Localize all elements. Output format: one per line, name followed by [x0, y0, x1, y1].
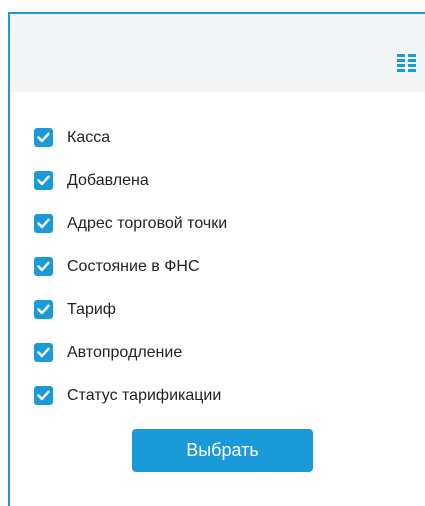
column-option-label: Касса — [67, 129, 111, 146]
checkbox-checked-icon[interactable] — [34, 128, 53, 147]
column-option-autorenewal[interactable]: Автопродление — [34, 331, 227, 374]
column-option-address[interactable]: Адрес торговой точки — [34, 202, 227, 245]
column-option-fns-status[interactable]: Состояние в ФНС — [34, 245, 227, 288]
column-option-kassa[interactable]: Касса — [34, 116, 227, 159]
column-settings-panel: Касса Добавлена Адрес торговой точки Сос… — [8, 12, 425, 506]
checkbox-checked-icon[interactable] — [34, 257, 53, 276]
column-option-label: Тариф — [67, 301, 116, 318]
checkbox-checked-icon[interactable] — [34, 386, 53, 405]
column-option-label: Адрес торговой точки — [67, 215, 228, 232]
column-option-label: Добавлена — [67, 172, 149, 189]
column-option-label: Статус тарификации — [67, 387, 222, 404]
column-option-label: Автопродление — [67, 344, 183, 361]
column-option-label: Состояние в ФНС — [67, 258, 200, 275]
checkbox-checked-icon[interactable] — [34, 214, 53, 233]
checkbox-checked-icon[interactable] — [34, 171, 53, 190]
checkbox-checked-icon[interactable] — [34, 300, 53, 319]
panel-header — [10, 14, 425, 92]
columns-list-icon[interactable] — [396, 52, 418, 74]
column-option-billing-status[interactable]: Статус тарификации — [34, 374, 227, 417]
checkbox-checked-icon[interactable] — [34, 343, 53, 362]
column-option-tariff[interactable]: Тариф — [34, 288, 227, 331]
select-button[interactable]: Выбрать — [132, 429, 313, 472]
column-option-list: Касса Добавлена Адрес торговой точки Сос… — [34, 116, 227, 417]
column-option-added[interactable]: Добавлена — [34, 159, 227, 202]
